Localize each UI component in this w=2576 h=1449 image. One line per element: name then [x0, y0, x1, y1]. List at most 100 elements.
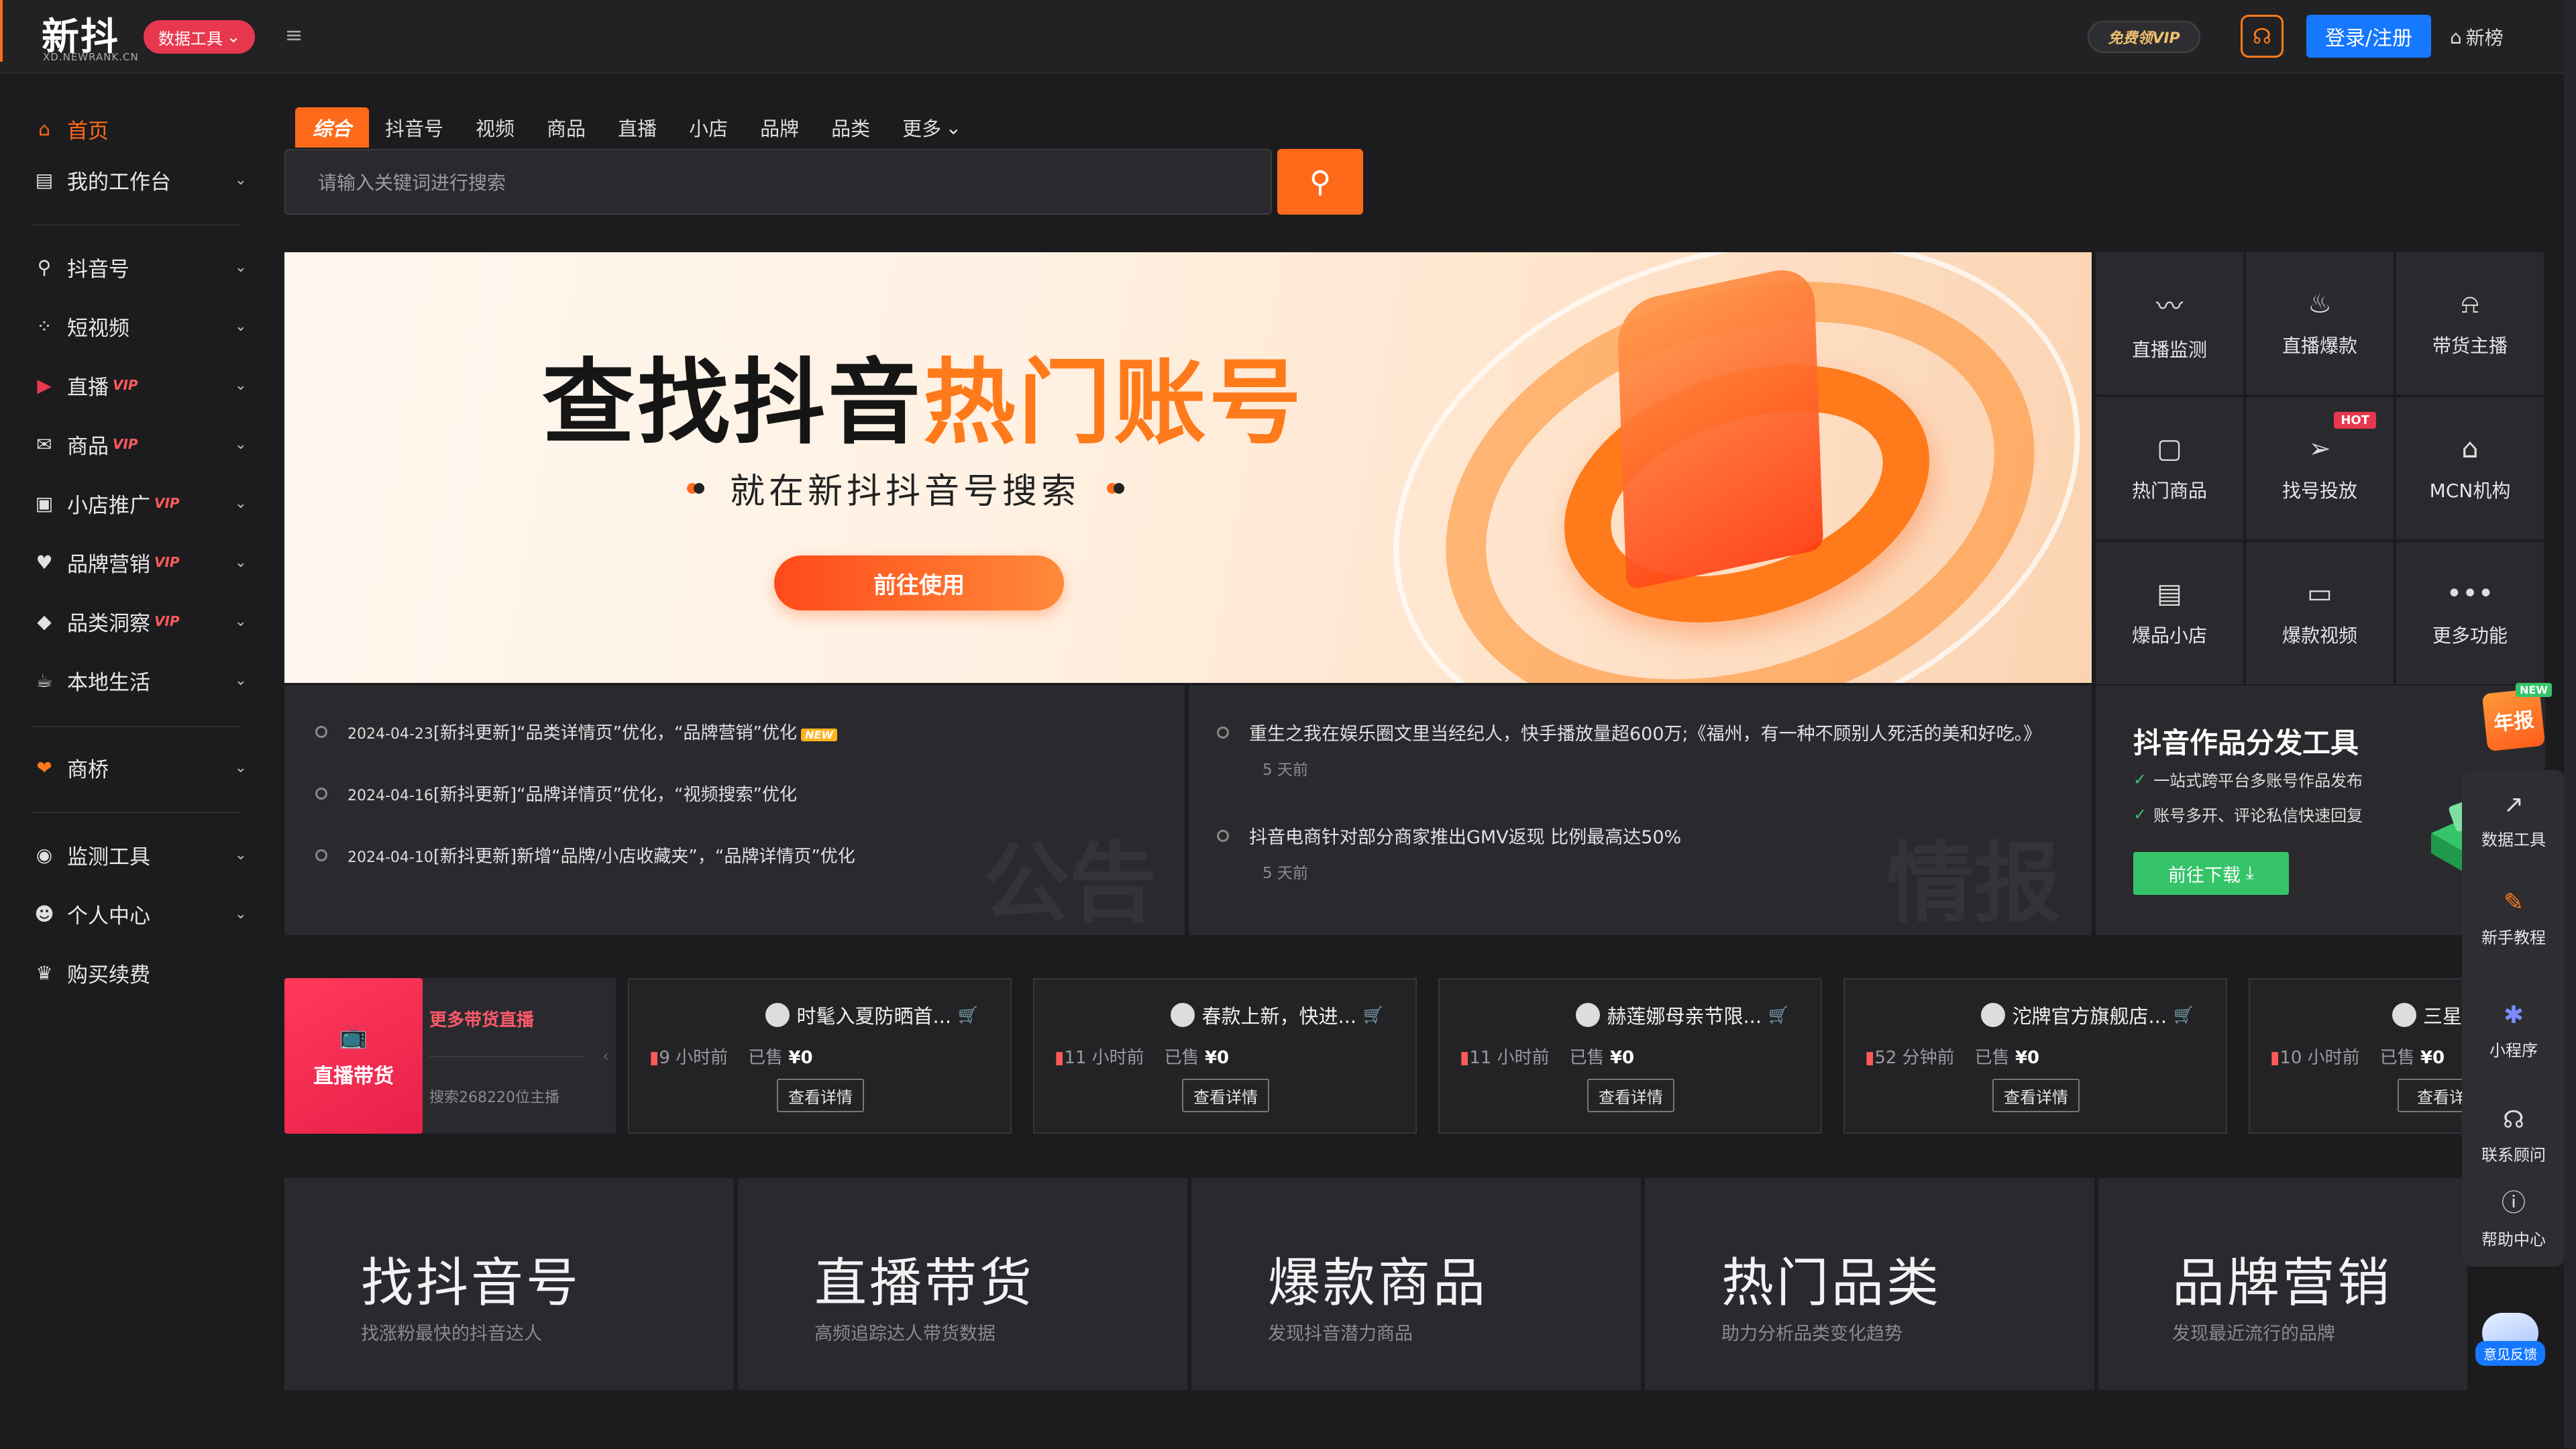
category-card[interactable]: 热门品类 助力分析品类变化趋势 — [1645, 1178, 2094, 1390]
quick-hot-shop[interactable]: ▤ 爆品小店 — [2096, 542, 2243, 684]
quick-hot-goods[interactable]: ▢ 热门商品 — [2096, 397, 2243, 539]
rail-help[interactable]: ⓘ 帮助中心 — [2462, 1166, 2565, 1267]
scroll-left-button[interactable]: ‹ — [596, 978, 616, 1134]
category-subtitle: 发现抖音潜力商品 — [1268, 1324, 1413, 1344]
sold-value: ¥0 — [2420, 1048, 2445, 1068]
sold-label: 已售 — [748, 1048, 784, 1068]
quick-label: 找号投放 — [2282, 480, 2357, 502]
tab-shop[interactable]: 小店 — [673, 107, 744, 148]
tool-download-label: 前往下载 — [2168, 865, 2241, 886]
live-card-title: 时髦入夏防晒首... 🛒 — [765, 1001, 978, 1029]
banner-cta-button[interactable]: 前往使用 — [774, 555, 1064, 610]
search-icon: ⚲ — [1309, 164, 1332, 199]
announcement-date: 2024-04-23 — [347, 726, 433, 743]
live-card-title-text: 时髦入夏防晒首... — [796, 1005, 952, 1028]
tool-feature-text: 一站式跨平台多账号作品发布 — [2153, 771, 2363, 790]
intel-item[interactable]: 重生之我在娱乐圈文里当经纪人，快手播放量超600万;《福州，有一种不顾别人死活的… — [1217, 719, 2041, 745]
category-card[interactable]: 直播带货 高频追踪达人带货数据 — [738, 1178, 1187, 1390]
sold-value: ¥0 — [1204, 1048, 1230, 1068]
quick-hot-video[interactable]: ▭ 爆款视频 — [2246, 542, 2394, 684]
live-card[interactable]: 赫莲娜母亲节限... 🛒 ▮11 小时前 已售 ¥0 查看详情 — [1438, 978, 1822, 1134]
data-tools-dropdown[interactable]: 数据工具 ⌄ — [144, 20, 255, 54]
live-hero-label: 直播带货 — [313, 1065, 394, 1088]
feedback-label: 意见反馈 — [2475, 1341, 2545, 1366]
bullet-icon — [1217, 829, 1229, 842]
new-badge: NEW — [801, 729, 837, 741]
tab-douyin[interactable]: 抖音号 — [369, 107, 460, 148]
quick-live-hot[interactable]: ♨ 直播爆款 — [2246, 252, 2394, 394]
sold-label: 已售 — [1164, 1048, 1199, 1068]
rail-data-tools[interactable]: ↗ 数据工具 — [2462, 770, 2565, 871]
sold-label: 已售 — [2379, 1048, 2415, 1068]
quick-streamer[interactable]: ⍾ 带货主播 — [2396, 252, 2544, 394]
more-live-link[interactable]: 更多带货直播 — [429, 1006, 534, 1031]
rail-miniprogram[interactable]: ✱ 小程序 — [2462, 981, 2565, 1081]
bullet-icon — [1217, 726, 1229, 739]
view-details-button[interactable]: 查看详情 — [1992, 1079, 2080, 1112]
tab-video[interactable]: 视频 — [460, 107, 531, 148]
annual-report-button[interactable]: 年报 — [2481, 688, 2546, 752]
rail-tutorial[interactable]: ✎ 新手教程 — [2462, 868, 2565, 969]
video-icon: ▭ — [2307, 578, 2332, 609]
download-icon: ⤓ — [2246, 863, 2254, 883]
category-card[interactable]: 爆款商品 发现抖音潜力商品 — [1191, 1178, 1641, 1390]
live-card-title-text: 春款上新，快进... — [1201, 1005, 1357, 1028]
tab-category[interactable]: 品类 — [815, 107, 886, 148]
announcement-date: 2024-04-10 — [347, 849, 433, 866]
tab-live[interactable]: 直播 — [602, 107, 673, 148]
cart-icon: 🛒 — [2174, 1006, 2194, 1024]
tab-brand[interactable]: 品牌 — [744, 107, 815, 148]
quick-mcn[interactable]: ⌂ MCN机构 — [2396, 397, 2544, 539]
tool-download-button[interactable]: 前往下载 ⤓ — [2133, 852, 2289, 895]
feedback-button[interactable]: 意见反馈 — [2466, 1301, 2555, 1366]
live-card[interactable]: 春款上新，快进... 🛒 ▮11 小时前 已售 ¥0 查看详情 — [1033, 978, 1417, 1134]
page-scrollbar[interactable] — [2564, 0, 2576, 1449]
view-details-button[interactable]: 查看详情 — [777, 1079, 864, 1112]
avatar — [1576, 1003, 1601, 1027]
search-button[interactable]: ⚲ — [1277, 149, 1363, 215]
category-card[interactable]: 找抖音号 找涨粉最快的抖音达人 — [284, 1178, 734, 1390]
sold-value: ¥0 — [788, 1048, 813, 1068]
dot-decoration — [687, 480, 704, 496]
pulse-icon: 〰 — [2156, 291, 2183, 322]
banner-subtitle: 就在新抖抖音号搜索 — [687, 463, 1125, 513]
live-card-ago: 9 小时前 — [659, 1048, 729, 1068]
announcement-text: [新抖更新]“品牌详情页”优化，“视频搜索”优化 — [433, 785, 798, 805]
fire-icon: ♨ — [2308, 288, 2332, 319]
category-subtitle: 找涨粉最快的抖音达人 — [361, 1324, 542, 1344]
view-details-button[interactable]: 查看详情 — [1182, 1079, 1269, 1112]
quick-more[interactable]: ••• 更多功能 — [2396, 542, 2544, 684]
free-vip-button[interactable]: 免费领VIP — [2088, 21, 2200, 53]
login-button[interactable]: 登录/注册 — [2306, 15, 2431, 58]
live-card[interactable]: 时髦入夏防晒首... 🛒 ▮9 小时前 已售 ¥0 查看详情 — [628, 978, 1012, 1134]
headset-icon[interactable]: ☊ — [2241, 15, 2284, 58]
category-card[interactable]: 品牌营销 发现最近流行的品牌 — [2098, 1178, 2467, 1390]
menu-toggle-icon[interactable]: ≡ — [282, 23, 306, 47]
live-card-meta: ▮11 小时前 已售 ¥0 — [1055, 1044, 1229, 1069]
app-root: 新抖 XD.NEWRANK.CN 数据工具 ⌄ ≡ 免费领VIP ☊ 登录/注册… — [0, 0, 2576, 1449]
intel-item[interactable]: 抖音电商针对部分商家推出GMV返现 比例最高达50% — [1217, 822, 1681, 849]
newrank-link[interactable]: ⌂ 新榜 — [2450, 20, 2504, 54]
tab-all[interactable]: 综合 — [295, 107, 370, 148]
quick-label: 直播爆款 — [2282, 335, 2357, 357]
announcement-item[interactable]: 2024-04-16[新抖更新]“品牌详情页”优化，“视频搜索”优化 — [315, 781, 797, 806]
hero-banner[interactable]: 查找抖音热门账号 就在新抖抖音号搜索 前往使用 — [284, 252, 2092, 683]
quick-find-account[interactable]: HOT ➢ 找号投放 — [2246, 397, 2394, 539]
bullet-icon — [315, 725, 327, 738]
send-icon: ➢ — [2308, 433, 2331, 464]
live-commerce-hero[interactable]: 📺 直播带货 — [284, 978, 423, 1134]
avatar — [1981, 1003, 2006, 1027]
live-card[interactable]: 三星 ▮10 小时前 已售 ¥0 查看详 — [2249, 978, 2470, 1134]
announcement-item[interactable]: 2024-04-10[新抖更新]新增“品牌/小店收藏夹”，“品牌详情页”优化 — [315, 843, 855, 867]
chart-icon: ▮ — [1865, 1048, 1875, 1068]
tab-goods[interactable]: 商品 — [531, 107, 602, 148]
view-details-button[interactable]: 查看详情 — [1587, 1079, 1674, 1112]
sold-value: ¥0 — [2015, 1048, 2040, 1068]
announcement-item[interactable]: 2024-04-23[新抖更新]“品类详情页”优化，“品牌营销”优化 NEW — [315, 719, 837, 744]
view-details-button[interactable]: 查看详 — [2398, 1079, 2469, 1112]
live-card-meta: ▮10 小时前 已售 ¥0 — [2270, 1044, 2445, 1069]
tab-more[interactable]: 更多 ⌄ — [886, 107, 977, 148]
quick-live-monitor[interactable]: 〰 直播监测 — [2096, 252, 2243, 394]
search-input[interactable]: 请输入关键词进行搜索 — [284, 149, 1272, 215]
live-card[interactable]: 沱牌官方旗舰店... 🛒 ▮52 分钟前 已售 ¥0 查看详情 — [1843, 978, 2227, 1134]
